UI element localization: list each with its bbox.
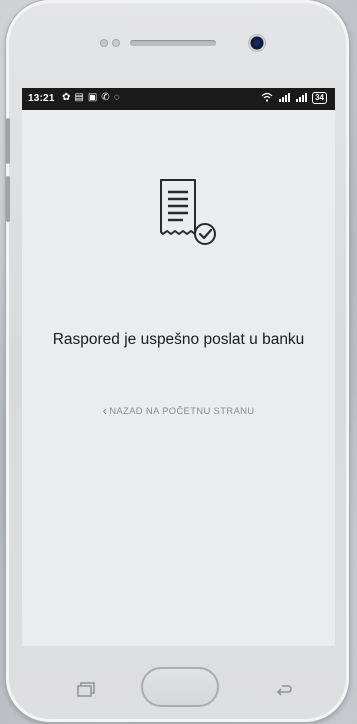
earpiece-speaker [130,40,216,46]
phone-frame: 13:21 ✿ ▤ ▣ ✆ ◌ 34 Raspored je uspešno p… [6,0,349,722]
screen: 13:21 ✿ ▤ ▣ ✆ ◌ 34 Raspored je uspešno p… [22,88,335,646]
notification-icons: ✿ ▤ ▣ ✆ ◌ [62,92,120,103]
youtube-icon: ▣ [87,92,98,103]
signal-icon [278,92,291,104]
back-to-home-link[interactable]: ‹ NAZAD NA POČETNU STRANU [22,403,335,418]
status-bar: 13:21 ✿ ▤ ▣ ✆ ◌ 34 [22,88,335,110]
system-icons: 34 [261,92,327,104]
phone-top-bar [6,30,349,56]
battery-indicator: 34 [312,92,327,104]
viber-icon: ◌ [113,92,120,103]
status-time: 13:21 [28,93,55,104]
signal-icon [295,92,308,104]
front-camera [249,35,265,51]
receipt-check-icon [155,176,225,256]
sensor-dot [112,39,120,47]
hardware-nav-bar [6,646,349,722]
chevron-left-icon: ‹ [102,403,108,418]
call-icon: ✆ [101,92,110,103]
sensor-dot [100,39,108,47]
home-button[interactable] [141,667,219,707]
back-icon[interactable] [274,682,294,698]
success-message: Raspored je uspešno poslat u banku [52,331,305,348]
recent-apps-icon[interactable] [76,682,96,698]
volume-button [6,176,10,222]
back-link-label: NAZAD NA POČETNU STRANU [109,406,255,417]
wifi-icon [261,92,273,104]
volume-button [6,118,10,164]
settings-icon: ✿ [62,92,71,103]
message-icon: ▤ [74,92,84,103]
